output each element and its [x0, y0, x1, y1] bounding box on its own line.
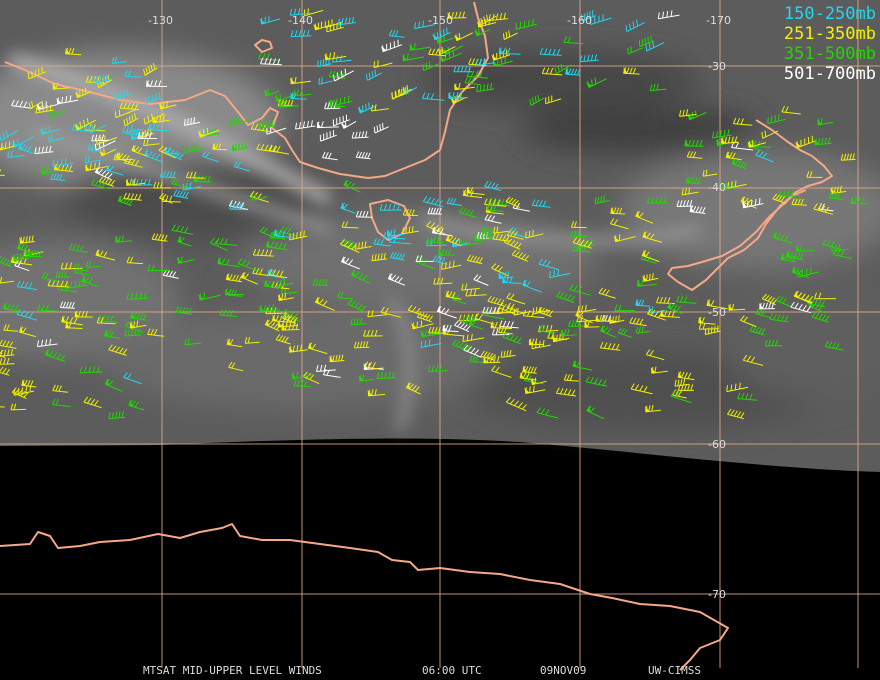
antarctica-coastline: [0, 523, 729, 671]
lon-label: -130: [148, 14, 173, 27]
lon-label: -150: [428, 14, 453, 27]
valid-time: 06:00 UTC: [422, 664, 482, 677]
lat-label: -30: [708, 60, 726, 73]
legend-item-501-700mb: 501-700mb: [783, 64, 876, 84]
valid-date: 09NOV09: [540, 664, 587, 677]
lat-label: -70: [708, 588, 726, 601]
legend-item-351-500mb: 351-500mb: [783, 44, 876, 64]
lon-label: -170: [706, 14, 731, 27]
lon-label: -160: [567, 14, 592, 27]
lat-label: -60: [708, 438, 726, 451]
footer-bar: MTSAT MID-UPPER LEVEL WINDS 06:00 UTC 09…: [0, 664, 880, 678]
map-canvas: [0, 0, 880, 671]
lat-label: -40: [708, 181, 726, 194]
product-name: MTSAT MID-UPPER LEVEL WINDS: [143, 664, 322, 677]
source-credit: UW-CIMSS: [648, 664, 701, 677]
legend-item-251-350mb: 251-350mb: [783, 24, 876, 44]
lat-label: -50: [708, 306, 726, 319]
lon-label: -140: [288, 14, 313, 27]
pressure-legend: 150-250mb 251-350mb 351-500mb 501-700mb: [784, 4, 876, 84]
wind-map: -130 -140 -150 -160 -170 -30 -40 -50 -60…: [0, 0, 880, 680]
legend-item-150-250mb: 150-250mb: [783, 4, 876, 24]
